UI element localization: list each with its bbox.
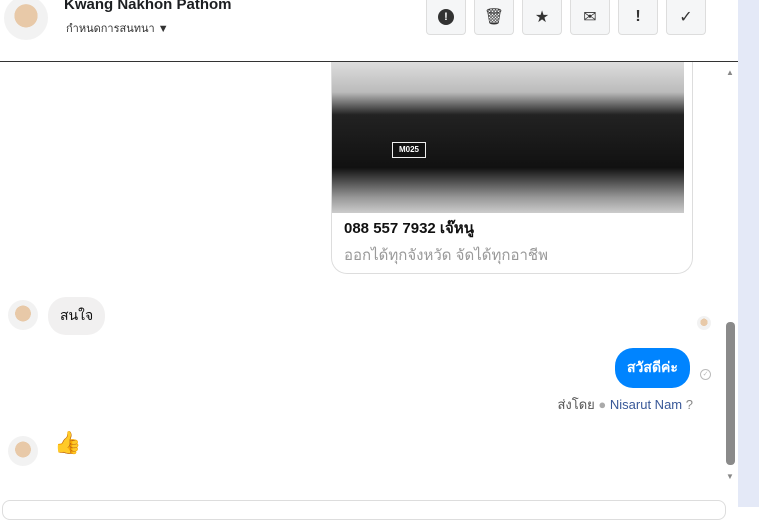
contact-name[interactable]: Kwang Nakhon Pathom xyxy=(64,0,232,13)
trash-icon: 🗑 xyxy=(483,9,505,26)
alert-circle-icon: ! xyxy=(438,9,454,25)
delete-button[interactable]: 🗑 xyxy=(474,0,514,35)
contact-avatar-small xyxy=(8,300,38,330)
done-button[interactable]: ✓ xyxy=(666,0,706,35)
caret-down-icon: ▼ xyxy=(157,23,169,35)
side-panel xyxy=(738,0,759,507)
ad-card[interactable]: M025 088 557 7932 เจ๊หนู ออกได้ทุกจังหวั… xyxy=(331,62,693,274)
incoming-message: สนใจ xyxy=(48,297,106,335)
star-icon: ★ xyxy=(534,9,550,26)
card-title: 088 557 7932 เจ๊หนู xyxy=(344,220,474,237)
sent-by: ส่งโดย ● Nisarut Nam ? xyxy=(557,394,693,415)
thumbs-up-icon: 👍 xyxy=(54,430,82,455)
spam-button[interactable]: ! xyxy=(426,0,466,35)
delivered-check-icon: ✓ xyxy=(700,369,711,380)
mark-unread-button[interactable]: ✉ xyxy=(570,0,610,35)
scroll-up-icon[interactable]: ▲ xyxy=(726,68,734,77)
outgoing-message: สวัสดีค่ะ xyxy=(615,348,690,388)
check-icon: ✓ xyxy=(679,9,693,26)
star-button[interactable]: ★ xyxy=(522,0,562,35)
conversation-settings[interactable]: กำหนดการสนทนา ▼ xyxy=(66,19,169,37)
envelope-icon: ✉ xyxy=(583,9,597,26)
verified-icon: ● xyxy=(598,397,607,412)
contact-avatar[interactable] xyxy=(4,0,48,40)
conversation-header: Kwang Nakhon Pathom กำหนดการสนทนา ▼ ! 🗑 … xyxy=(0,0,738,62)
follow-up-button[interactable]: ! xyxy=(618,0,658,35)
sent-by-label: ส่งโดย xyxy=(557,397,595,412)
scrollbar-thumb[interactable] xyxy=(726,322,735,465)
seen-avatar xyxy=(697,316,711,330)
exclamation-icon: ! xyxy=(635,8,641,25)
contact-avatar-small xyxy=(8,436,38,466)
conversation-settings-label: กำหนดการสนทนา xyxy=(66,23,155,35)
license-plate: M025 xyxy=(392,142,426,158)
help-icon[interactable]: ? xyxy=(686,397,693,412)
message-composer[interactable] xyxy=(2,500,726,520)
sender-name[interactable]: Nisarut Nam xyxy=(610,397,682,412)
scroll-down-icon[interactable]: ▼ xyxy=(726,472,734,481)
truck-image: M025 xyxy=(332,62,684,213)
card-subtitle: ออกได้ทุกจังหวัด จัดได้ทุกอาชีพ xyxy=(344,247,548,264)
